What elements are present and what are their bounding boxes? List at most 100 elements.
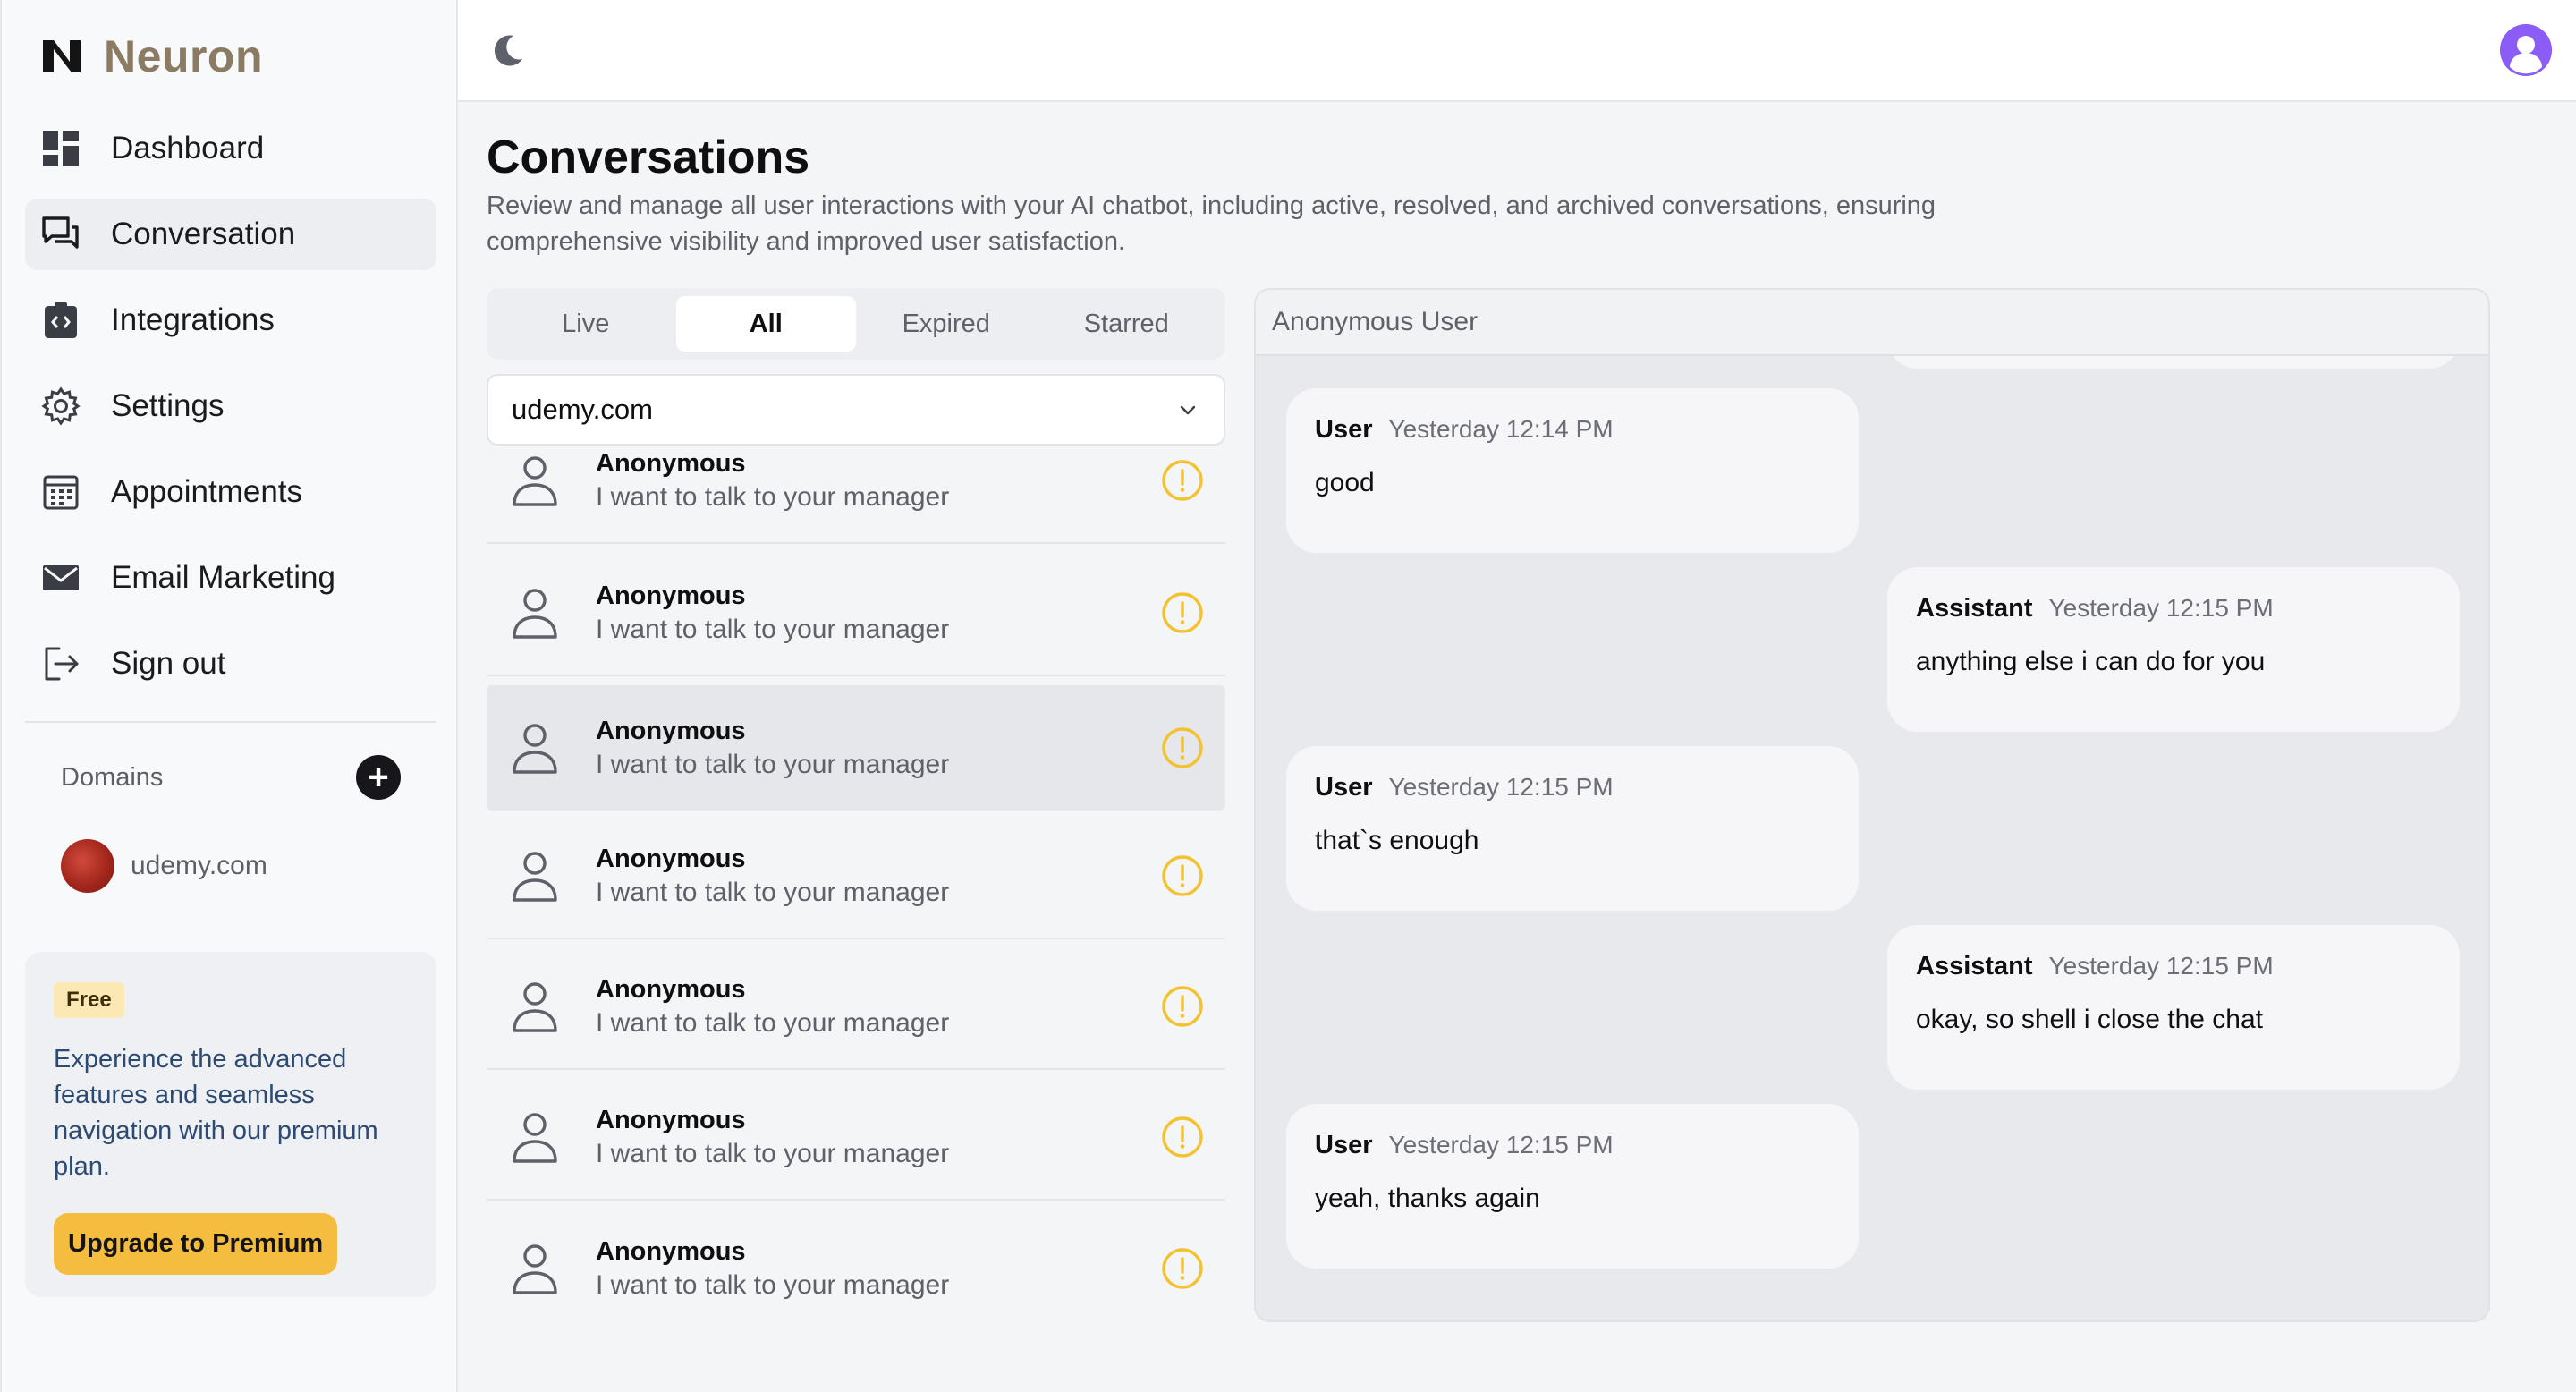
page-description: Review and manage all user interactions …: [487, 191, 1936, 256]
add-domain-button[interactable]: +: [356, 755, 401, 800]
message-meta: Assistant Yesterday 12:15 PM: [1916, 952, 2431, 981]
chat-header: Anonymous User: [1256, 290, 2488, 356]
sidebar-item-label: Appointments: [111, 474, 303, 509]
user-icon: [513, 852, 557, 902]
message-bubble-user: User Yesterday 12:14 PM good: [1286, 388, 1859, 553]
message-bubble-assistant: Assistant Yesterday 12:15 PM okay, so sh…: [1887, 925, 2460, 1090]
app-name: Neuron: [104, 31, 263, 81]
message-meta: User Yesterday 12:15 PM: [1315, 773, 1830, 802]
conversation-text: Anonymous I want to talk to your manager: [596, 449, 1161, 513]
domain-name: udemy.com: [131, 851, 267, 880]
conversation-text: Anonymous I want to talk to your manager: [596, 717, 1161, 780]
conversation-name: Anonymous: [596, 581, 746, 610]
message-sender: User: [1315, 773, 1373, 802]
sidebar-item-label: Settings: [111, 388, 225, 423]
sidebar-item-label: Conversation: [111, 216, 296, 251]
alert-icon: [1162, 460, 1203, 501]
sidebar-item-label: Email Marketing: [111, 560, 335, 595]
chat-panel: Anonymous User User Yesterday 12:14 PM g…: [1254, 288, 2490, 1322]
message-time: Yesterday 12:15 PM: [2048, 952, 2274, 980]
message-text: good: [1315, 468, 1375, 497]
conversation-text: Anonymous I want to talk to your manager: [596, 975, 1161, 1039]
conversation-item[interactable]: Anonymous I want to talk to your manager: [487, 1075, 1225, 1201]
message-text: okay, so shell i close the chat: [1916, 1005, 2263, 1034]
sidebar-divider: [25, 721, 436, 723]
conversation-preview: I want to talk to your manager: [596, 614, 950, 644]
conversation-item[interactable]: Anonymous I want to talk to your manager: [487, 446, 1225, 544]
user-icon: [513, 456, 557, 506]
alert-icon: [1162, 1116, 1203, 1158]
alert-icon: [1162, 986, 1203, 1027]
conversation-name: Anonymous: [596, 844, 746, 873]
neuron-logo-icon: [43, 40, 80, 72]
domains-label: Domains: [61, 762, 164, 792]
domain-avatar: [61, 839, 114, 893]
conversation-item[interactable]: Anonymous I want to talk to your manager: [487, 551, 1225, 676]
user-icon: [513, 589, 557, 639]
conversation-item-selected[interactable]: Anonymous I want to talk to your manager: [487, 685, 1225, 811]
message-sender: Assistant: [1916, 952, 2033, 980]
mail-icon: [43, 565, 79, 590]
gear-icon: [41, 386, 80, 426]
message-bubble-assistant: Assistant Yesterday 12:15 PM anything el…: [1887, 567, 2460, 732]
conversation-icon: [42, 216, 79, 249]
user-icon: [513, 1113, 557, 1163]
sidebar-item-appointments[interactable]: Appointments: [25, 456, 436, 528]
conversation-item[interactable]: Anonymous I want to talk to your manager: [487, 814, 1225, 939]
message-bubble-user: User Yesterday 12:15 PM yeah, thanks aga…: [1286, 1104, 1859, 1269]
conversation-preview: I want to talk to your manager: [596, 877, 950, 907]
alert-icon: [1162, 592, 1203, 633]
conversation-preview: I want to talk to your manager: [596, 1138, 950, 1168]
premium-promo-card: Free Experience the advanced features an…: [25, 952, 436, 1297]
message-meta: User Yesterday 12:15 PM: [1315, 1131, 1830, 1160]
message-time: Yesterday 12:14 PM: [1388, 415, 1614, 443]
user-icon: [513, 1244, 557, 1294]
conversation-text: Anonymous I want to talk to your manager: [596, 1106, 1161, 1169]
sidebar-item-label: Sign out: [111, 646, 226, 681]
conversation-preview: I want to talk to your manager: [596, 749, 950, 779]
sidebar: Neuron Dashboard Conversation Integratio…: [0, 0, 458, 1392]
message-time: Yesterday 12:15 PM: [2048, 594, 2274, 622]
sidebar-nav: Dashboard Conversation Integrations Sett…: [25, 113, 436, 714]
message-time: Yesterday 12:15 PM: [1388, 773, 1614, 801]
page-title: Conversations: [487, 132, 810, 183]
brand[interactable]: Neuron: [41, 30, 263, 82]
message-bubble-user: User Yesterday 12:15 PM that`s enough: [1286, 746, 1859, 911]
tab-live[interactable]: Live: [496, 296, 676, 352]
message-sender: Assistant: [1916, 594, 2033, 623]
sidebar-item-dashboard[interactable]: Dashboard: [25, 113, 436, 184]
sidebar-item-sign-out[interactable]: Sign out: [25, 628, 436, 700]
user-icon: [513, 982, 557, 1032]
sidebar-item-label: Dashboard: [111, 131, 265, 166]
message-meta: User Yesterday 12:14 PM: [1315, 415, 1830, 445]
tab-starred[interactable]: Starred: [1037, 296, 1217, 352]
conversation-text: Anonymous I want to talk to your manager: [596, 1237, 1161, 1301]
sidebar-item-conversation[interactable]: Conversation: [25, 199, 436, 270]
tab-all[interactable]: All: [675, 296, 856, 352]
sidebar-item-email-marketing[interactable]: Email Marketing: [25, 542, 436, 614]
plan-badge: Free: [54, 982, 124, 1018]
domain-select[interactable]: udemy.com: [487, 374, 1225, 446]
conversation-preview: I want to talk to your manager: [596, 1007, 950, 1038]
user-avatar-icon[interactable]: [2499, 23, 2553, 77]
conversation-item[interactable]: Anonymous I want to talk to your manager: [487, 945, 1225, 1070]
message-time: Yesterday 12:15 PM: [1388, 1131, 1614, 1159]
dashboard-icon: [43, 131, 79, 166]
message-text: anything else i can do for you: [1916, 647, 2266, 676]
conversation-text: Anonymous I want to talk to your manager: [596, 845, 1161, 908]
conversation-preview: I want to talk to your manager: [596, 481, 950, 512]
conversation-item[interactable]: Anonymous I want to talk to your manager: [487, 1206, 1225, 1322]
message-text: yeah, thanks again: [1315, 1184, 1540, 1213]
tab-expired[interactable]: Expired: [856, 296, 1037, 352]
upgrade-button[interactable]: Upgrade to Premium: [54, 1213, 338, 1275]
sidebar-item-settings[interactable]: Settings: [25, 370, 436, 442]
sidebar-item-integrations[interactable]: Integrations: [25, 284, 436, 356]
dark-mode-toggle-icon[interactable]: [490, 32, 526, 68]
chevron-down-icon: [1180, 405, 1196, 415]
alert-icon: [1162, 1248, 1203, 1289]
domain-item[interactable]: udemy.com: [61, 839, 267, 893]
message-sender: User: [1315, 415, 1373, 444]
conversation-text: Anonymous I want to talk to your manager: [596, 581, 1161, 645]
conversation-tabs: Live All Expired Starred: [487, 288, 1225, 360]
promo-text: Experience the advanced features and sea…: [54, 1045, 378, 1181]
